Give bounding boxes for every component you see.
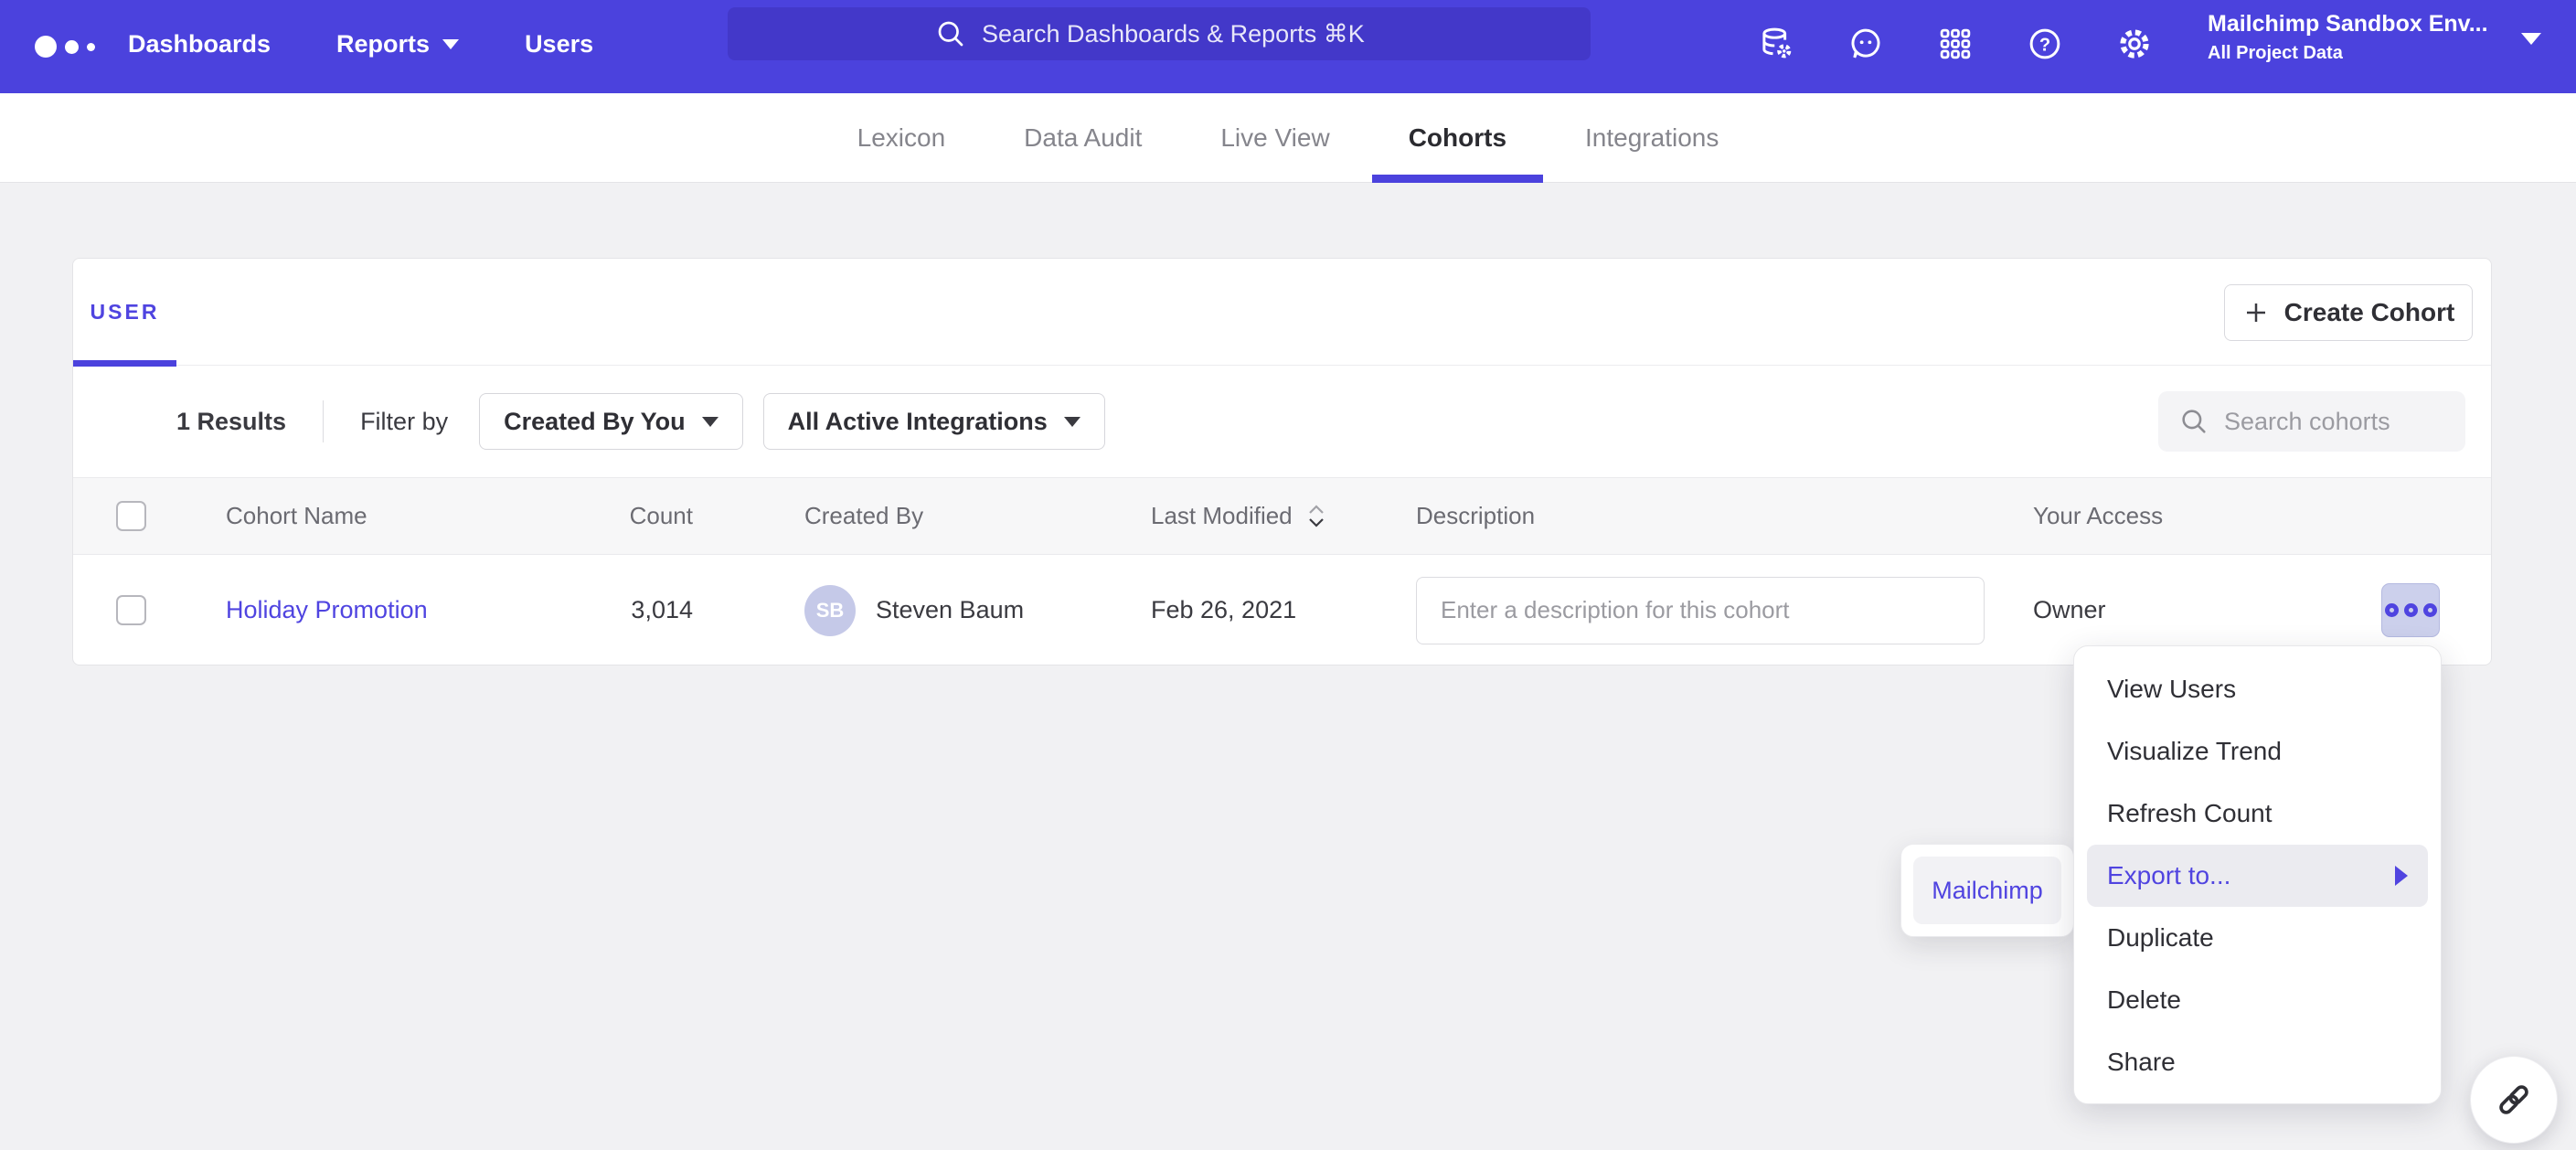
top-nav-bar: Dashboards Reports Users ? <box>0 0 2576 93</box>
results-count: 1 Results <box>176 408 286 436</box>
description-input[interactable] <box>1416 577 1985 644</box>
submenu-item-mailchimp[interactable]: Mailchimp <box>1913 857 2061 924</box>
feedback-icon[interactable] <box>1847 25 1885 63</box>
help-icon[interactable]: ? <box>2026 25 2064 63</box>
create-cohort-button[interactable]: Create Cohort <box>2224 284 2473 341</box>
select-all-checkbox[interactable] <box>116 501 146 531</box>
tab-user-cohorts[interactable]: USER <box>73 259 176 366</box>
chevron-down-icon <box>1064 417 1080 427</box>
menu-item-delete[interactable]: Delete <box>2074 969 2441 1031</box>
export-submenu: Mailchimp <box>1900 844 2074 937</box>
link-icon <box>2494 1080 2534 1120</box>
header-created-by: Created By <box>804 478 923 554</box>
last-modified-date: Feb 26, 2021 <box>1151 555 1296 666</box>
svg-text:?: ? <box>2039 35 2050 55</box>
sort-icon[interactable] <box>1305 504 1327 528</box>
chevron-down-icon <box>702 417 719 427</box>
project-name: Mailchimp Sandbox Env... <box>2208 11 2509 37</box>
menu-item-export-to[interactable]: Export to... <box>2087 845 2428 907</box>
nav-reports[interactable]: Reports <box>336 30 459 59</box>
filter-by-label: Filter by <box>360 408 448 436</box>
header-last-modified[interactable]: Last Modified <box>1151 478 1327 554</box>
search-cohorts-field[interactable] <box>2158 391 2465 452</box>
top-nav-icons: ? <box>1757 0 2154 88</box>
top-nav-links: Dashboards Reports Users <box>128 0 593 88</box>
cohorts-page: Dashboards Reports Users ? <box>0 0 2576 1150</box>
header-your-access: Your Access <box>2033 478 2163 554</box>
tab-data-audit[interactable]: Data Audit <box>1024 93 1142 183</box>
created-by-name: Steven Baum <box>876 596 1024 624</box>
row-checkbox[interactable] <box>116 595 146 625</box>
data-management-icon[interactable] <box>1757 25 1795 63</box>
integrations-filter-dropdown[interactable]: All Active Integrations <box>763 393 1105 450</box>
filter-toolbar: 1 Results Filter by Created By You All A… <box>73 366 2491 477</box>
project-scope: All Project Data <box>2208 43 2509 64</box>
header-cohort-name: Cohort Name <box>226 478 367 554</box>
menu-item-refresh-count[interactable]: Refresh Count <box>2074 783 2441 845</box>
menu-item-duplicate[interactable]: Duplicate <box>2074 907 2441 969</box>
nav-dashboards[interactable]: Dashboards <box>128 30 271 59</box>
search-icon <box>934 17 967 50</box>
header-count: Count <box>494 478 693 554</box>
tab-lexicon[interactable]: Lexicon <box>857 93 946 183</box>
chevron-down-icon <box>442 39 459 49</box>
search-cohorts-input[interactable] <box>2224 408 2434 436</box>
nav-users[interactable]: Users <box>525 30 593 59</box>
search-icon <box>2178 406 2209 437</box>
settings-gear-icon[interactable] <box>2115 25 2154 63</box>
created-by-filter-dropdown[interactable]: Created By You <box>479 393 743 450</box>
cohort-actions-menu: View Users Visualize Trend Refresh Count… <box>2073 645 2442 1104</box>
row-more-actions-button[interactable] <box>2381 583 2440 637</box>
tab-cohorts[interactable]: Cohorts <box>1409 93 1506 183</box>
menu-item-view-users[interactable]: View Users <box>2074 658 2441 720</box>
tab-integrations[interactable]: Integrations <box>1585 93 1719 183</box>
cohort-name-link[interactable]: Holiday Promotion <box>226 596 428 624</box>
menu-item-visualize-trend[interactable]: Visualize Trend <box>2074 720 2441 783</box>
avatar: SB <box>804 585 856 636</box>
submenu-arrow-icon <box>2395 866 2408 886</box>
apps-grid-icon[interactable] <box>1936 25 1975 63</box>
global-search-input[interactable] <box>982 20 1384 48</box>
mixpanel-logo-icon[interactable] <box>35 28 117 65</box>
menu-item-share[interactable]: Share <box>2074 1031 2441 1093</box>
global-search[interactable] <box>728 7 1591 60</box>
tab-live-view[interactable]: Live View <box>1220 93 1329 183</box>
cohorts-card: USER Create Cohort 1 Results Filter by C… <box>72 258 2492 666</box>
cohort-count: 3,014 <box>494 555 693 666</box>
data-section-tabs: Lexicon Data Audit Live View Cohorts Int… <box>0 93 2576 183</box>
project-selector[interactable]: Mailchimp Sandbox Env... All Project Dat… <box>2208 11 2509 64</box>
header-description: Description <box>1416 478 1535 554</box>
project-chevron-down-icon[interactable] <box>2521 33 2541 45</box>
plus-icon <box>2242 299 2270 326</box>
table-header-row: Cohort Name Count Created By Last Modifi… <box>73 477 2491 555</box>
divider <box>323 400 324 442</box>
copy-link-button[interactable] <box>2470 1056 2558 1144</box>
cohort-type-tabs: USER Create Cohort <box>73 259 2491 366</box>
